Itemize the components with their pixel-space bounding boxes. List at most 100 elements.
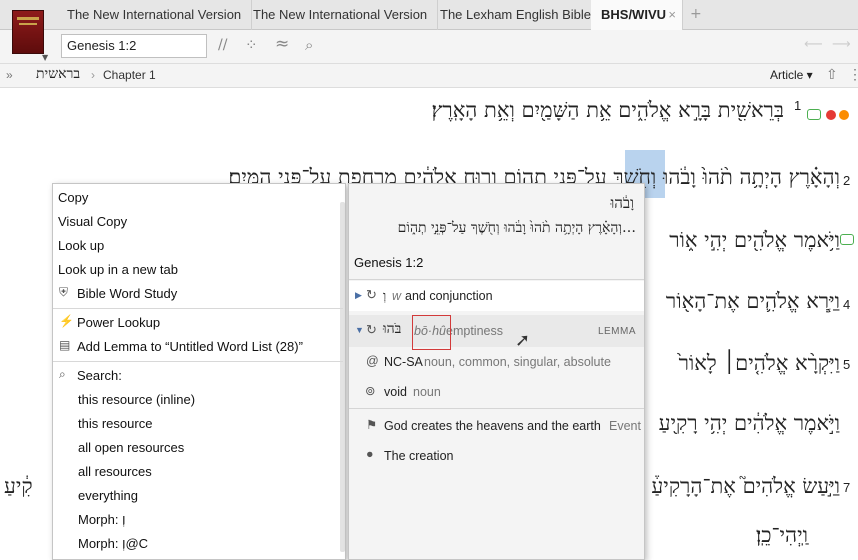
article-dropdown[interactable]: Article ▾: [770, 68, 813, 82]
verse-7-end[interactable]: וַֽיְהִי־כֵֽן׃: [756, 523, 808, 548]
sense-word: void: [384, 385, 407, 399]
panel-divider: [349, 279, 644, 280]
breadcrumb-separator: ›: [91, 68, 95, 82]
lemma-highlight-box: [412, 315, 451, 350]
expand-triangle-icon[interactable]: ▶: [355, 290, 362, 301]
menu-search-everything[interactable]: everything: [78, 488, 138, 503]
power-lookup-icon: ⚡: [59, 314, 74, 328]
scroll-up-icon[interactable]: ⇧: [826, 66, 838, 83]
note-bubble-icon[interactable]: [807, 109, 821, 120]
menu-divider: [53, 308, 343, 309]
forward-arrow-icon[interactable]: ⟶: [832, 37, 851, 52]
menu-visual-copy[interactable]: Visual Copy: [58, 214, 127, 229]
morph-description: noun, common, singular, absolute: [424, 355, 611, 369]
menu-power-lookup[interactable]: Power Lookup: [77, 315, 160, 330]
menu-search-inline[interactable]: this resource (inline): [78, 392, 195, 407]
context-menu: Copy Visual Copy Look up Look up in a ne…: [52, 183, 346, 560]
sense-pos: noun: [413, 385, 441, 399]
sense-icon: ⊚: [365, 384, 376, 398]
menu-search-all-resources[interactable]: all resources: [78, 464, 152, 479]
breadcrumb-chapter[interactable]: Chapter 1: [103, 68, 156, 82]
panel-selected-word: וָבֹ֔הוּ: [610, 194, 634, 212]
shield-icon: ⛨: [59, 285, 69, 299]
tab-label: The Lexham English Bible: [440, 7, 592, 22]
word-list-icon: ▤: [59, 338, 71, 352]
verse-7-text[interactable]: וַיַּ֣עַשׂ אֱלֹהִים֮ אֶת־הָרָקִיעַ֒: [651, 474, 840, 499]
conj-translit: w: [392, 289, 402, 303]
toolbar: Genesis 1:2 // ⁘ ≈ ⌕ ⟵ ⟶: [0, 30, 858, 64]
note-bubble-icon[interactable]: [840, 234, 854, 245]
conj-hebrew: וְ: [383, 288, 387, 303]
event-type: Event: [609, 419, 641, 433]
sense-row[interactable]: ⊚ void noun: [349, 380, 644, 406]
menu-look-up-new-tab[interactable]: Look up in a new tab: [58, 262, 178, 277]
menu-search-morph[interactable]: Morph: וְ: [78, 512, 125, 527]
breadcrumb-book[interactable]: בראשית: [36, 66, 80, 83]
menu-bible-word-study[interactable]: Bible Word Study: [77, 286, 177, 301]
menu-copy[interactable]: Copy: [58, 190, 88, 205]
panel-verse-snippet: …וְהָאָ֗רֶץ הָיְתָ֥ה תֹ֨הוּ֙ וָבֹ֔הוּ וְ…: [397, 220, 636, 236]
menu-look-up[interactable]: Look up: [58, 238, 104, 253]
lemma-tag: LEMMA: [597, 326, 636, 337]
verse-5-number[interactable]: 5: [843, 357, 850, 372]
search-icon: ⌕: [59, 367, 66, 381]
morph-code: NC-SA: [384, 355, 423, 369]
speech-bubble-icon: ●: [366, 447, 374, 461]
verse-1-text[interactable]: בְּרֵאשִׁ֖ית בָּרָ֣א אֱלֹהִ֑ים אֵ֥ת הַשָ…: [431, 98, 784, 123]
event-label: God creates the heavens and the earth: [384, 419, 601, 433]
conjunction-row[interactable]: ▶ ↻ וְ w and conjunction: [349, 281, 644, 311]
tab-bhs-wivu[interactable]: BHS/WIVU ×: [591, 0, 683, 31]
menu-divider: [53, 361, 343, 362]
expand-panel-icon[interactable]: »: [6, 68, 13, 82]
menu-add-lemma[interactable]: Add Lemma to “Untitled Word List (28)”: [77, 339, 303, 354]
more-icon[interactable]: ⋮: [848, 66, 858, 83]
tab-bar: The New International Version The New In…: [0, 0, 858, 31]
lemma-hebrew: בֹּהוּ: [383, 321, 402, 337]
menu-search-resource[interactable]: this resource: [78, 416, 152, 431]
resource-cover-icon[interactable]: [12, 10, 44, 54]
event-row[interactable]: ⚑ God creates the heavens and the earth …: [349, 414, 644, 440]
verse-6-text[interactable]: וַיֹּ֣אמֶר אֱלֹהִ֔ים יְהִ֥י רָקִ֖יעַ: [659, 411, 840, 436]
topic-label: The creation: [384, 449, 454, 463]
flag-icon: ⚑: [366, 418, 378, 432]
menu-search-open-resources[interactable]: all open resources: [78, 440, 184, 455]
orange-dot-icon[interactable]: [839, 110, 849, 120]
refresh-icon: ↻: [366, 287, 377, 302]
lemma-row[interactable]: ▼ ↻ בֹּהוּ bō·hû emptiness LEMMA: [349, 315, 644, 347]
verse-1-number[interactable]: 1: [794, 98, 801, 113]
back-arrow-icon[interactable]: ⟵: [804, 37, 823, 52]
verse-2-number[interactable]: 2: [843, 173, 850, 188]
menu-search-label: Search:: [77, 368, 122, 383]
collapse-triangle-icon[interactable]: ▼: [355, 325, 364, 335]
add-tab-icon[interactable]: +: [690, 6, 702, 22]
morph-row[interactable]: @ NC-SA noun, common, singular, absolute: [349, 350, 644, 376]
search-icon[interactable]: ⌕: [305, 36, 313, 54]
at-icon: @: [366, 354, 379, 368]
tab-niv-2[interactable]: The New International Version: [243, 0, 439, 30]
verse-4-text[interactable]: וַיַּ֧רְא אֱלֹהִ֛ים אֶת־הָא֖וֹר: [666, 289, 840, 314]
panel-reference[interactable]: Genesis 1:2: [354, 255, 423, 270]
tab-label: The New International Version: [253, 7, 428, 22]
verse-7-number[interactable]: 7: [843, 480, 850, 495]
approx-icon[interactable]: ≈: [275, 34, 289, 54]
tab-niv-1[interactable]: The New International Version: [57, 0, 253, 30]
verse-3-text[interactable]: וַיֹּ֥אמֶר אֱלֹהִ֖ים יְהִ֣י א֑וֹר: [669, 228, 840, 253]
close-tab-icon[interactable]: ×: [668, 7, 676, 22]
topic-row[interactable]: ● The creation: [349, 444, 644, 470]
red-dot-icon[interactable]: [826, 110, 836, 120]
verse-4-number[interactable]: 4: [843, 297, 850, 312]
dots-cluster-icon[interactable]: ⁘: [245, 36, 258, 54]
parallel-resources-icon[interactable]: //: [218, 37, 227, 53]
verse-5-text[interactable]: וַיִּקְרָ֨א אֱלֹהִ֤ים׀ לָאוֹר֙: [679, 351, 840, 376]
lemma-gloss: emptiness: [446, 324, 503, 338]
panel-divider: [349, 408, 644, 409]
cover-dropdown-icon[interactable]: ▼: [42, 53, 48, 62]
verse-7-continuation[interactable]: קִ֔יעַ: [4, 474, 33, 499]
conj-gloss: and conjunction: [405, 289, 493, 303]
menu-search-morph-c[interactable]: Morph: וְ@C: [78, 536, 148, 551]
breadcrumb-bar: » בראשית › Chapter 1 Article ▾ ⇧ ⋮: [0, 64, 858, 88]
word-info-panel: וָבֹ֔הוּ …וְהָאָ֗רֶץ הָיְתָ֥ה תֹ֨הוּ֙ וָ…: [348, 183, 645, 560]
tab-leb[interactable]: The Lexham English Bible: [430, 0, 603, 30]
context-menu-scrollbar[interactable]: [340, 202, 345, 552]
reference-input[interactable]: Genesis 1:2: [61, 34, 207, 58]
